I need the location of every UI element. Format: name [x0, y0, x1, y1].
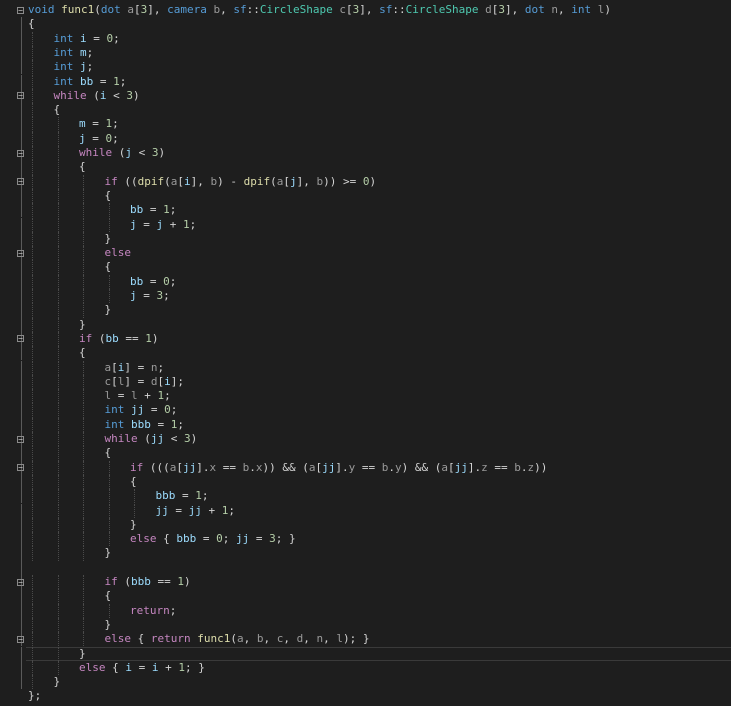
code-text: c[l] = d[i]; — [104, 374, 185, 388]
code-line[interactable] — [0, 561, 731, 575]
code-text: j = j + 1; — [130, 217, 197, 231]
code-text: { — [104, 446, 112, 460]
code-text: bb = 1; — [130, 203, 177, 217]
code-text: { — [104, 260, 112, 274]
code-text: else { i = i + 1; } — [79, 660, 205, 674]
code-text: { — [79, 160, 86, 174]
code-line[interactable]: m = 1; — [0, 117, 731, 131]
code-line[interactable]: void func1(dot a[3], camera b, sf::Circl… — [0, 3, 731, 17]
code-line[interactable]: { — [0, 475, 731, 489]
code-line[interactable]: }; — [0, 689, 731, 703]
code-line[interactable]: while (j < 3) — [0, 146, 731, 160]
code-line[interactable]: int m; — [0, 46, 731, 60]
code-text: void func1(dot a[3], camera b, sf::Circl… — [28, 3, 611, 16]
code-line[interactable]: jj = jj + 1; — [0, 504, 731, 518]
code-editor[interactable]: − void func1(dot a[3], camera b, sf::Circ… — [0, 0, 731, 706]
code-text: bbb = 1; — [155, 489, 209, 503]
code-line[interactable]: while (jj < 3) — [0, 432, 731, 446]
code-line[interactable]: if ((dpif(a[i], b) - dpif(a[j], b)) >= 0… — [0, 175, 731, 189]
code-text: } — [53, 675, 61, 689]
code-text: int m; — [53, 45, 94, 59]
code-line[interactable]: bb = 0; — [0, 275, 731, 289]
code-line[interactable]: } — [0, 546, 731, 560]
code-text: { — [104, 589, 112, 603]
code-text: j = 0; — [79, 131, 119, 145]
code-text: if (bbb == 1) — [104, 575, 191, 588]
code-text: jj = jj + 1; — [155, 503, 236, 517]
code-text: if ((dpif(a[i], b) - dpif(a[j], b)) >= 0… — [104, 174, 377, 188]
code-line[interactable]: { — [0, 189, 731, 203]
code-line[interactable]: } — [0, 647, 731, 661]
code-line[interactable]: return; — [0, 604, 731, 618]
code-text: if (((a[jj].x == b.x)) && (a[jj].y == b.… — [130, 460, 548, 474]
code-line[interactable]: else { return func1(a, b, c, d, n, l); } — [0, 632, 731, 646]
code-text: { — [104, 188, 112, 202]
code-line[interactable]: } — [0, 318, 731, 332]
code-line[interactable]: j = 0; — [0, 132, 731, 146]
code-text: l = l + 1; — [104, 389, 171, 403]
code-text: }; — [28, 689, 42, 703]
code-line[interactable]: bbb = 1; — [0, 489, 731, 503]
code-text: return; — [130, 603, 177, 617]
code-line[interactable]: else — [0, 246, 731, 260]
code-line[interactable]: } — [0, 518, 731, 532]
code-text: int bbb = 1; — [104, 417, 185, 431]
code-text: int jj = 0; — [104, 403, 178, 417]
code-line[interactable]: bb = 1; — [0, 203, 731, 217]
code-text: { — [28, 17, 35, 31]
code-text: int j; — [53, 60, 94, 74]
code-line[interactable]: { — [0, 17, 731, 31]
code-line[interactable]: int jj = 0; — [0, 403, 731, 417]
code-line[interactable]: if (((a[jj].x == b.x)) && (a[jj].y == b.… — [0, 461, 731, 475]
code-text: } — [130, 517, 137, 531]
code-line[interactable]: j = j + 1; — [0, 218, 731, 232]
code-line[interactable]: else { i = i + 1; } — [0, 661, 731, 675]
code-line[interactable]: { — [0, 260, 731, 274]
code-text: if (bb == 1) — [79, 331, 159, 345]
code-text: } — [104, 303, 112, 317]
code-text: a[i] = n; — [104, 360, 165, 374]
code-line[interactable]: int i = 0; — [0, 32, 731, 46]
code-text: } — [79, 646, 86, 660]
code-text: { — [53, 103, 61, 117]
code-line[interactable]: while (i < 3) — [0, 89, 731, 103]
code-text: } — [79, 317, 86, 331]
code-line[interactable]: int j; — [0, 60, 731, 74]
code-line[interactable]: } — [0, 618, 731, 632]
code-text: else — [104, 246, 132, 260]
code-text: while (jj < 3) — [104, 432, 198, 445]
code-line[interactable]: { — [0, 446, 731, 460]
code-line[interactable]: { — [0, 160, 731, 174]
code-line[interactable]: } — [0, 303, 731, 317]
code-text: while (i < 3) — [53, 88, 140, 102]
code-text: while (j < 3) — [79, 146, 166, 159]
code-text: } — [104, 617, 112, 631]
code-line[interactable]: int bb = 1; — [0, 75, 731, 89]
code-line[interactable]: { — [0, 346, 731, 360]
code-text: } — [104, 546, 112, 560]
code-line[interactable]: } — [0, 232, 731, 246]
code-line[interactable]: a[i] = n; — [0, 361, 731, 375]
code-text: bb = 0; — [130, 274, 177, 288]
code-line[interactable]: if (bbb == 1) — [0, 575, 731, 589]
code-text: { — [130, 474, 137, 488]
code-line[interactable]: { — [0, 589, 731, 603]
code-text: j = 3; — [130, 289, 170, 302]
code-line[interactable]: else { bbb = 0; jj = 3; } — [0, 532, 731, 546]
code-text: } — [104, 231, 112, 245]
code-line[interactable]: if (bb == 1) — [0, 332, 731, 346]
code-text: int i = 0; — [53, 31, 120, 45]
code-text: m = 1; — [79, 117, 119, 131]
code-line[interactable]: l = l + 1; — [0, 389, 731, 403]
code-line[interactable]: j = 3; — [0, 289, 731, 303]
code-line[interactable]: } — [0, 675, 731, 689]
code-text: int bb = 1; — [53, 74, 127, 88]
code-line[interactable]: int bbb = 1; — [0, 418, 731, 432]
code-text: else { return func1(a, b, c, d, n, l); } — [104, 632, 370, 646]
code-line[interactable]: { — [0, 103, 731, 117]
code-text: else { bbb = 0; jj = 3; } — [130, 532, 296, 546]
code-line[interactable]: c[l] = d[i]; — [0, 375, 731, 389]
code-text: { — [79, 346, 86, 360]
